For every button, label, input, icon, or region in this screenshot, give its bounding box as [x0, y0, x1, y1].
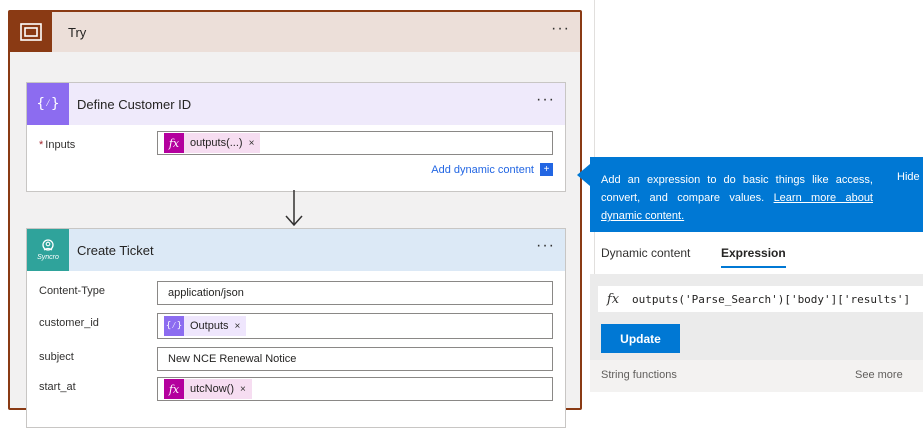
start-at-label: start_at [39, 381, 76, 393]
content-type-field[interactable]: application/json [157, 281, 553, 305]
customer-id-label: customer_id [39, 317, 99, 329]
expression-token-label: outputs(...) [190, 137, 243, 149]
try-more-options-icon[interactable]: ··· [551, 21, 570, 37]
function-icon: fx [606, 291, 620, 307]
define-customer-id-card: {⁄} Define Customer ID ··· * Inputs fx ou… [26, 82, 566, 192]
start-at-row: start_at fx utcNow() × [27, 377, 565, 401]
define-more-options-icon[interactable]: ··· [536, 92, 555, 108]
see-more-link[interactable]: See more [855, 369, 903, 381]
update-button[interactable]: Update [601, 324, 680, 353]
create-ticket-card: Syncro Create Ticket ··· Content-Type ap… [26, 228, 566, 428]
scope-icon-graphic [20, 23, 42, 41]
syncro-logo-icon: Syncro [27, 229, 69, 271]
customer-id-row: customer_id {⁄} Outputs × [27, 313, 565, 339]
subject-row: subject New NCE Renewal Notice [27, 347, 565, 371]
expression-text: outputs('Parse_Search')['body']['results… [632, 292, 911, 306]
outputs-token-label: Outputs [190, 320, 229, 332]
subject-field[interactable]: New NCE Renewal Notice [157, 347, 553, 371]
expression-token-label: utcNow() [190, 383, 235, 395]
expression-token[interactable]: fx utcNow() × [164, 379, 252, 399]
variable-braces-icon: {⁄} [27, 83, 69, 125]
arrow-down-icon [285, 190, 303, 227]
scope-icon [10, 12, 52, 52]
string-functions-heading: String functions [601, 369, 677, 381]
outputs-token[interactable]: {⁄} Outputs × [164, 316, 247, 336]
define-card-header[interactable]: {⁄} Define Customer ID ··· [27, 83, 565, 125]
callout-pointer [577, 164, 590, 186]
expression-token[interactable]: fx outputs(...) × [164, 133, 261, 153]
tab-dynamic-content[interactable]: Dynamic content [601, 246, 690, 266]
ticket-card-title: Create Ticket [77, 242, 154, 258]
content-tabs: Dynamic content Expression [595, 240, 923, 270]
try-scope-header[interactable]: Try ··· [10, 12, 580, 52]
try-scope-title: Try [68, 24, 87, 40]
required-mark: * [39, 139, 44, 151]
add-dynamic-content-label: Add dynamic content [431, 163, 534, 176]
inputs-label-text: Inputs [45, 139, 76, 151]
remove-token-icon[interactable]: × [249, 138, 255, 149]
start-at-field[interactable]: fx utcNow() × [157, 377, 553, 401]
callout-text: Add an expression to do basic things lik… [601, 171, 873, 225]
customer-id-field[interactable]: {⁄} Outputs × [157, 313, 553, 339]
add-dynamic-content-link[interactable]: Add dynamic content + [431, 163, 553, 176]
expression-input[interactable]: fx outputs('Parse_Search')['body']['resu… [598, 286, 923, 312]
function-icon: fx [164, 379, 184, 399]
ticket-card-header[interactable]: Syncro Create Ticket ··· [27, 229, 565, 271]
ticket-more-options-icon[interactable]: ··· [536, 238, 555, 254]
hide-callout-button[interactable]: Hide [897, 171, 920, 183]
content-type-row: Content-Type application/json [27, 281, 565, 305]
add-icon: + [540, 163, 553, 176]
expression-info-callout: Add an expression to do basic things lik… [590, 157, 923, 232]
function-icon: fx [164, 133, 184, 153]
inputs-field[interactable]: fx outputs(...) × [157, 131, 553, 155]
content-type-label: Content-Type [39, 285, 106, 297]
inputs-label: * Inputs [39, 139, 75, 151]
remove-token-icon[interactable]: × [240, 384, 246, 395]
tab-expression[interactable]: Expression [721, 246, 786, 268]
remove-token-icon[interactable]: × [235, 321, 241, 332]
expression-editor: fx outputs('Parse_Search')['body']['resu… [590, 274, 923, 392]
define-card-title: Define Customer ID [77, 96, 192, 112]
inputs-row: * Inputs fx outputs(...) × [27, 131, 565, 159]
flow-canvas: Try ··· {⁄} Define Customer ID ··· * Inpu… [0, 0, 594, 428]
syncro-glyph [42, 239, 54, 251]
variable-braces-icon: {⁄} [164, 316, 184, 336]
string-functions-section: String functions See more [590, 360, 923, 392]
subject-label: subject [39, 351, 74, 363]
syncro-logo-label: Syncro [37, 254, 59, 261]
